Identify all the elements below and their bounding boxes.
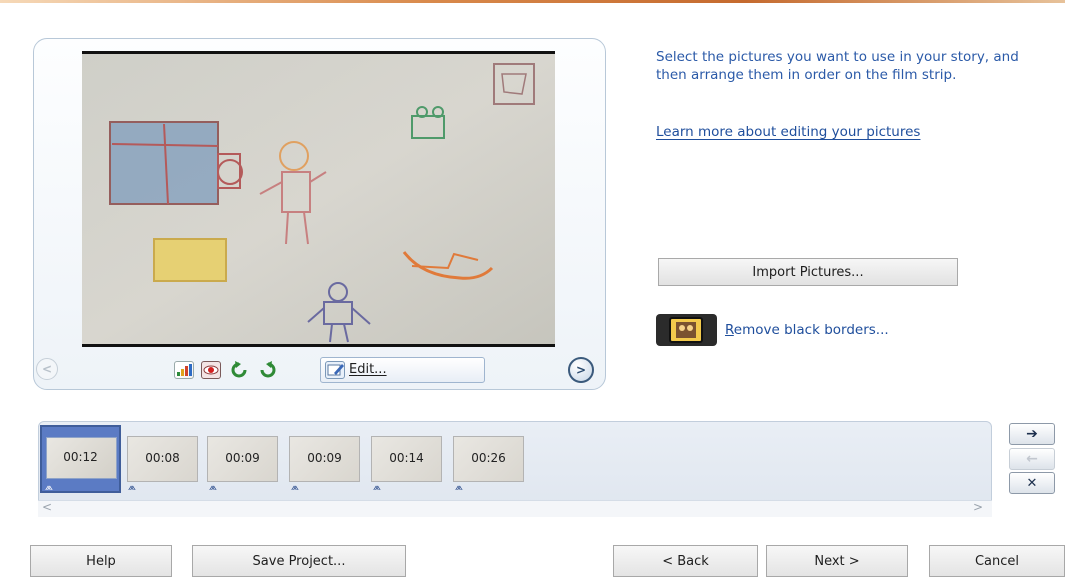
- edit-button-label[interactable]: Edit...: [349, 362, 387, 377]
- narration-icon[interactable]: ⩕: [128, 483, 140, 493]
- cancel-button[interactable]: Cancel: [929, 545, 1065, 577]
- close-icon: ✕: [1026, 475, 1038, 491]
- filmstrip-thumbnail[interactable]: 00:09: [207, 436, 278, 482]
- narration-icon[interactable]: ⩕: [209, 483, 221, 493]
- remove-picture-button[interactable]: ✕: [1009, 472, 1055, 494]
- previous-picture-button[interactable]: <: [36, 358, 58, 380]
- remove-link-text: emove black borders...: [733, 322, 889, 338]
- remove-link-accesskey: R: [725, 322, 734, 338]
- thumbnail-duration: 00:08: [145, 451, 180, 465]
- next-picture-button[interactable]: >: [568, 357, 594, 383]
- filmstrip-thumbnail[interactable]: 00:26: [453, 436, 524, 482]
- arrow-right-icon: ➔: [1026, 426, 1038, 442]
- filmstrip-scrollbar[interactable]: [38, 500, 992, 517]
- instructions-text: Select the pictures you want to use in y…: [656, 49, 1019, 83]
- move-left-button[interactable]: ←: [1009, 448, 1055, 470]
- thumbnail-duration: 00:09: [307, 451, 342, 465]
- thumbnail-duration: 00:14: [389, 451, 424, 465]
- edit-icon: [325, 361, 345, 379]
- picture-preview: [82, 51, 555, 347]
- rotate-right-icon[interactable]: [258, 361, 278, 379]
- thumbnail-duration: 00:09: [225, 451, 260, 465]
- window-top-accent: [0, 0, 1065, 3]
- filmstrip-thumbnail[interactable]: 00:08: [127, 436, 198, 482]
- back-button[interactable]: < Back: [613, 545, 758, 577]
- save-project-button[interactable]: Save Project...: [192, 545, 406, 577]
- next-button[interactable]: Next >: [766, 545, 908, 577]
- thumbnail-duration: 00:12: [63, 450, 98, 464]
- scroll-left-arrow[interactable]: <: [42, 500, 52, 514]
- arrow-left-icon: ←: [1026, 451, 1038, 467]
- narration-icon[interactable]: ⩕: [373, 483, 385, 493]
- filmstrip-thumbnail[interactable]: 00:14: [371, 436, 442, 482]
- chevron-left-icon: <: [41, 362, 53, 376]
- auto-adjust-icon[interactable]: [174, 361, 194, 379]
- narration-icon[interactable]: ⩕: [291, 483, 303, 493]
- learn-more-link[interactable]: Learn more about editing your pictures: [656, 124, 920, 140]
- help-button[interactable]: Help: [30, 545, 172, 577]
- narration-icon[interactable]: ⩕: [455, 483, 467, 493]
- chevron-right-icon: >: [575, 363, 587, 377]
- remove-black-borders-link[interactable]: Remove black borders...: [725, 322, 889, 338]
- remove-borders-icon[interactable]: [656, 314, 717, 346]
- scroll-right-arrow[interactable]: >: [973, 500, 983, 514]
- filmstrip-thumbnail[interactable]: 00:09: [289, 436, 360, 482]
- narration-icon[interactable]: ⩕: [45, 483, 57, 493]
- move-right-button[interactable]: ➔: [1009, 423, 1055, 445]
- rotate-left-icon[interactable]: [229, 361, 249, 379]
- thumbnail-duration: 00:26: [471, 451, 506, 465]
- red-eye-icon[interactable]: [201, 361, 221, 379]
- import-pictures-button[interactable]: Import Pictures...: [658, 258, 958, 286]
